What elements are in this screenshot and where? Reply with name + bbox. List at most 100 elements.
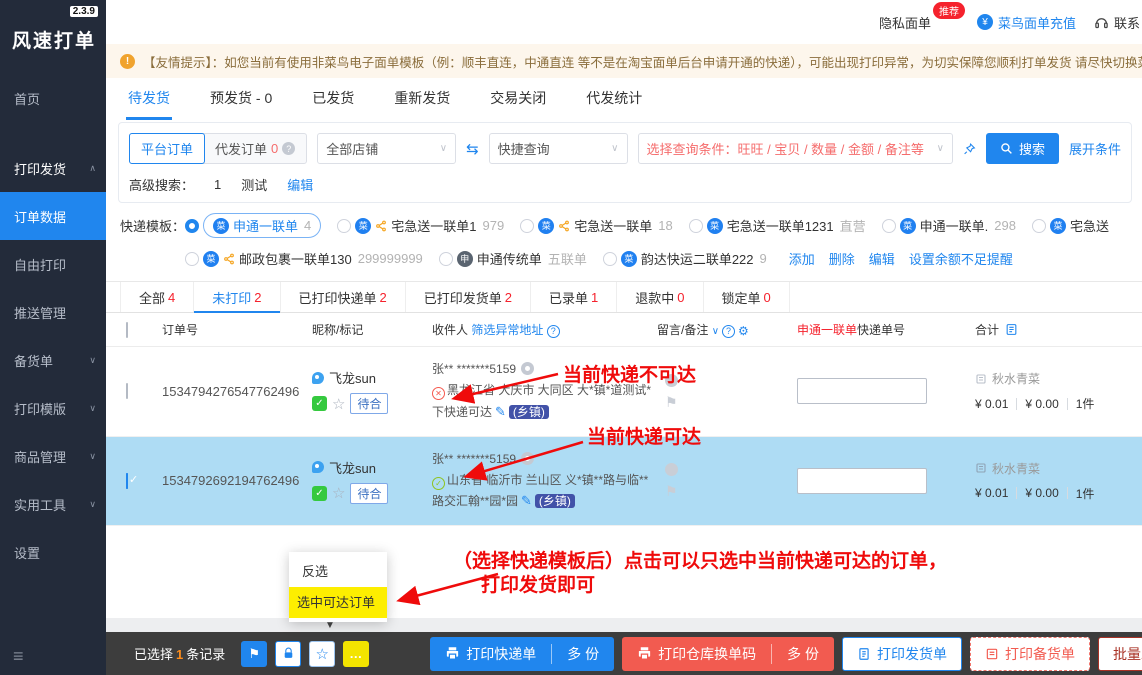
radio[interactable] xyxy=(603,252,617,266)
document-icon xyxy=(985,647,999,661)
platform-order-button[interactable]: 平台订单 xyxy=(129,133,205,164)
balance-alert-link[interactable]: 设置余额不足提醒 xyxy=(909,249,1013,268)
tab-closed[interactable]: 交易关闭 xyxy=(490,88,546,120)
flag-icon[interactable]: ⚑ xyxy=(665,484,678,498)
template-option[interactable]: 菜 宅急送一联单1231 直营 xyxy=(689,216,866,235)
menu-toggle-icon[interactable]: ≡ xyxy=(13,646,24,667)
invert-selection-item[interactable]: 反选 xyxy=(289,556,387,587)
pin-icon[interactable] xyxy=(963,142,976,156)
edit-address-icon[interactable]: ✎ xyxy=(521,493,532,508)
chevron-down-icon[interactable]: ∨ xyxy=(712,326,719,337)
swap-icon[interactable]: ⇆ xyxy=(466,140,479,158)
radio-selected[interactable] xyxy=(185,219,199,233)
express-no-input[interactable] xyxy=(797,378,927,404)
comment-dot-icon[interactable] xyxy=(665,463,678,476)
template-option[interactable]: 菜 宅急送一联单 18 xyxy=(520,216,672,235)
radio[interactable] xyxy=(185,252,199,266)
buyer-nickname[interactable]: 飞龙sun xyxy=(329,368,376,387)
tab-shipped[interactable]: 已发货 xyxy=(312,88,354,120)
sidebar-item-home[interactable]: 首页 xyxy=(0,74,106,122)
quick-query-select[interactable]: 快捷查询∨ xyxy=(489,133,628,164)
cainiao-icon: 菜 xyxy=(538,218,554,234)
subtab-refunding[interactable]: 退款中0 xyxy=(617,282,703,312)
select-reachable-item[interactable]: 选中可达订单 xyxy=(289,587,387,618)
saved-search-2[interactable]: 测试 xyxy=(241,175,267,194)
print-warehouse-button[interactable]: 打印仓库换单码 xyxy=(622,644,771,664)
subtab-printed-delivery[interactable]: 已打印发货单2 xyxy=(406,282,531,312)
tab-pending-ship[interactable]: 待发货 xyxy=(128,88,170,120)
filter-abnormal-address-link[interactable]: 筛选异常地址 xyxy=(471,323,543,337)
search-button[interactable]: 搜索 xyxy=(986,133,1059,164)
delete-template-link[interactable]: 删除 xyxy=(829,249,855,268)
print-delivery-button[interactable]: 打印发货单 xyxy=(842,637,962,671)
tab-agent-stats[interactable]: 代发统计 xyxy=(586,88,642,120)
row-checkbox[interactable] xyxy=(126,473,128,489)
template-option[interactable]: 菜 韵达快运二联单222 9 xyxy=(603,249,767,268)
eye-icon[interactable] xyxy=(521,362,534,375)
template-option[interactable]: 菜 邮政包裹一联单130 299999999 xyxy=(185,249,423,268)
print-express-copies-button[interactable]: 多 份 xyxy=(552,644,614,664)
sidebar-item-stock-list[interactable]: 备货单∨ xyxy=(0,336,106,384)
subtab-all[interactable]: 全部4 xyxy=(120,282,194,312)
radio[interactable] xyxy=(882,219,896,233)
radio[interactable] xyxy=(1032,219,1046,233)
sidebar-item-push-manage[interactable]: 推送管理 xyxy=(0,288,106,336)
edit-saved-search-link[interactable]: 编辑 xyxy=(287,175,313,194)
lock-button[interactable] xyxy=(275,641,301,667)
gear-icon[interactable]: ⚙ xyxy=(738,324,749,338)
add-template-link[interactable]: 添加 xyxy=(789,249,815,268)
privacy-waybill-link[interactable]: 隐私面单 推荐 xyxy=(879,13,931,32)
template-option[interactable]: 菜 申通一联单. 298 xyxy=(882,216,1016,235)
subtab-printed-express[interactable]: 已打印快递单2 xyxy=(281,282,406,312)
contact-support-link[interactable]: 联系 xyxy=(1094,13,1140,32)
edit-address-icon[interactable]: ✎ xyxy=(495,404,506,419)
template-option[interactable]: 申 申通传统单 五联单 xyxy=(439,249,587,268)
radio[interactable] xyxy=(337,219,351,233)
radio[interactable] xyxy=(520,219,534,233)
print-warehouse-copies-button[interactable]: 多 份 xyxy=(772,644,834,664)
flag-icon[interactable]: ⚑ xyxy=(665,395,678,409)
subtab-recorded[interactable]: 已录单1 xyxy=(531,282,617,312)
sidebar-item-tools[interactable]: 实用工具∨ xyxy=(0,480,106,528)
question-icon[interactable]: ? xyxy=(722,325,735,338)
subtab-locked[interactable]: 锁定单0 xyxy=(704,282,790,312)
row-checkbox[interactable] xyxy=(126,383,128,399)
cainiao-recharge-link[interactable]: ¥ 菜鸟面单充值 xyxy=(977,13,1076,32)
sidebar-item-print-ship[interactable]: 打印发货∧ xyxy=(0,144,106,192)
expand-conditions-link[interactable]: 展开条件 xyxy=(1069,139,1121,158)
print-stock-button[interactable]: 打印备货单 xyxy=(970,637,1090,671)
eye-icon[interactable] xyxy=(521,452,534,465)
buyer-nickname[interactable]: 飞龙sun xyxy=(329,458,376,477)
star-flag-icon[interactable]: ☆ xyxy=(332,395,345,413)
flag-button[interactable]: ⚑ xyxy=(241,641,267,667)
sidebar-item-product-manage[interactable]: 商品管理∨ xyxy=(0,432,106,480)
sidebar-item-print-template[interactable]: 打印模版∨ xyxy=(0,384,106,432)
radio[interactable] xyxy=(439,252,453,266)
question-icon[interactable]: ? xyxy=(547,325,560,338)
unreachable-icon: ✕ xyxy=(432,387,445,400)
template-option[interactable]: 菜 宅急送一联单1 979 xyxy=(337,216,504,235)
saved-search-1[interactable]: 1 xyxy=(214,177,221,192)
tab-reship[interactable]: 重新发货 xyxy=(394,88,450,120)
batch-ship-button[interactable]: 批量发 xyxy=(1098,637,1142,671)
print-express-button[interactable]: 打印快递单 xyxy=(430,644,551,664)
express-no-input[interactable] xyxy=(797,468,927,494)
subtab-unprinted[interactable]: 未打印2 xyxy=(194,282,280,312)
agent-order-button[interactable]: 代发订单 0 ? xyxy=(204,134,306,163)
template-option[interactable]: 菜 申通一联单 4 xyxy=(185,213,321,238)
template-option[interactable]: 菜 宅急送 xyxy=(1032,216,1109,235)
sidebar-item-settings[interactable]: 设置 xyxy=(0,528,106,576)
query-condition-select[interactable]: 选择查询条件：旺旺 / 宝贝 / 数量 / 金额 / 备注等∨ xyxy=(638,133,953,164)
star-flag-icon[interactable]: ☆ xyxy=(332,484,345,502)
sidebar-item-order-data[interactable]: 订单数据 xyxy=(0,192,106,240)
sidebar-item-free-print[interactable]: 自由打印 xyxy=(0,240,106,288)
select-all-checkbox[interactable] xyxy=(126,322,128,338)
more-actions-button[interactable]: … xyxy=(343,641,369,667)
order-no: 1534794276547762496 xyxy=(162,384,312,399)
edit-template-link[interactable]: 编辑 xyxy=(869,249,895,268)
radio[interactable] xyxy=(689,219,703,233)
total-detail-icon[interactable] xyxy=(1005,323,1018,336)
shop-select[interactable]: 全部店铺∨ xyxy=(317,133,456,164)
star-button[interactable]: ☆ xyxy=(309,641,335,667)
tab-pre-ship[interactable]: 预发货 - 0 xyxy=(210,88,272,120)
